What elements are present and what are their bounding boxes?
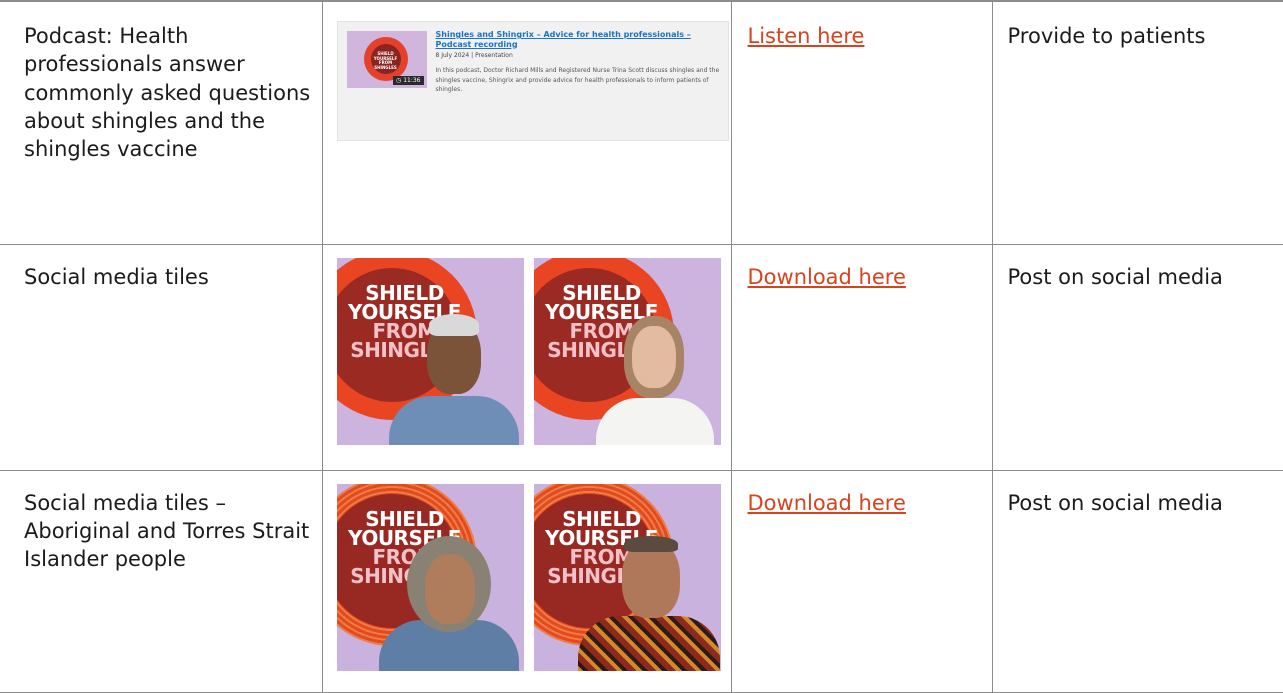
podcast-title-link[interactable]: Shingles and Shingrix – Advice for healt… — [436, 30, 726, 49]
podcast-type: Presentation — [475, 52, 513, 59]
link-cell: Listen here — [731, 1, 992, 244]
social-tile-image: SHIELD YOURSELF FROM SHINGLES — [337, 258, 524, 445]
description-cell: Social media tiles — [0, 244, 322, 470]
social-tile-image: SHIELD YOURSELF FROM SHINGLES — [534, 484, 721, 671]
row-action: Provide to patients — [993, 2, 1283, 50]
action-cell: Provide to patients — [992, 1, 1283, 244]
podcast-description: In this podcast, Doctor Richard Mills an… — [436, 66, 726, 95]
row-description: Podcast: Health professionals answer com… — [0, 2, 322, 163]
description-cell: Social media tiles – Aboriginal and Torr… — [0, 470, 322, 692]
action-cell: Post on social media — [992, 244, 1283, 470]
row-action: Post on social media — [993, 245, 1283, 291]
description-cell: Podcast: Health professionals answer com… — [0, 1, 322, 244]
table-row: Social media tiles SHIELD YOURSELF FROM … — [0, 244, 1283, 470]
preview-cell: SHIELD YOURSELF FROM SHINGLES — [322, 244, 731, 470]
tile-group: SHIELD YOURSELF FROM SHINGLES — [323, 245, 731, 445]
listen-here-link[interactable]: Listen here — [732, 2, 865, 50]
social-tile-image: SHIELD YOURSELF FROM SHINGLES — [534, 258, 721, 445]
link-cell: Download here — [731, 470, 992, 692]
row-description: Social media tiles — [0, 245, 322, 291]
podcast-thumbnail: SHIELD YOURSELF FROM SHINGLES ◷ 11:36 — [347, 31, 427, 88]
download-here-link[interactable]: Download here — [732, 245, 906, 291]
download-here-link[interactable]: Download here — [732, 471, 906, 517]
preview-cell: SHIELD YOURSELF FROM SHINGLES — [322, 470, 731, 692]
duration-text: 11:36 — [403, 77, 420, 84]
podcast-duration: ◷ 11:36 — [393, 76, 423, 85]
podcast-meta: 8 July 2024 | Presentation — [436, 52, 513, 59]
action-cell: Post on social media — [992, 470, 1283, 692]
table-row: Social media tiles – Aboriginal and Torr… — [0, 470, 1283, 692]
preview-cell: SHIELD YOURSELF FROM SHINGLES ◷ 11:36 Sh… — [322, 1, 731, 244]
row-description: Social media tiles – Aboriginal and Torr… — [0, 471, 322, 574]
link-cell: Download here — [731, 244, 992, 470]
podcast-card: SHIELD YOURSELF FROM SHINGLES ◷ 11:36 Sh… — [337, 21, 729, 141]
podcast-date: 8 July 2024 — [436, 52, 470, 59]
social-tile-image: SHIELD YOURSELF FROM SHINGLES — [337, 484, 524, 671]
resources-table: Podcast: Health professionals answer com… — [0, 0, 1283, 693]
row-action: Post on social media — [993, 471, 1283, 517]
tile-group: SHIELD YOURSELF FROM SHINGLES — [323, 471, 731, 671]
thumbnail-logo: SHIELD YOURSELF FROM SHINGLES — [371, 44, 401, 74]
table-row: Podcast: Health professionals answer com… — [0, 1, 1283, 244]
